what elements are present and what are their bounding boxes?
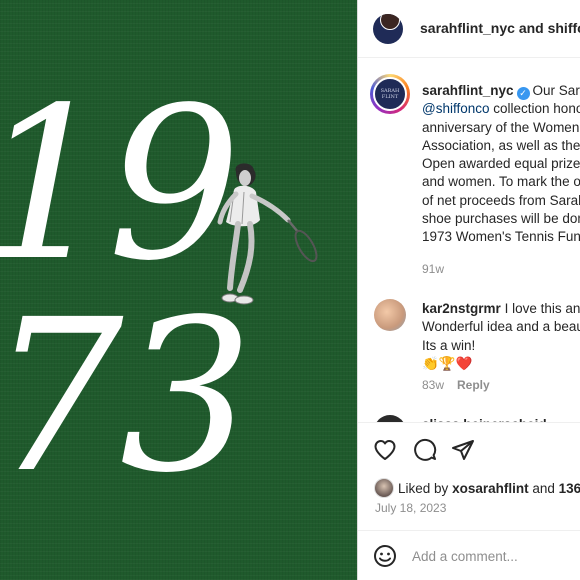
post-header: sarahflint_nyc and shiffonco <box>358 0 580 58</box>
liked-by-prefix: Liked by <box>398 481 449 496</box>
paper-plane-icon[interactable] <box>451 438 475 462</box>
caption-avatar[interactable]: SARAH FLINT <box>373 77 407 111</box>
comment-timestamp[interactable]: 83w <box>422 378 444 392</box>
liked-by-line: Liked by xosarahflint and 136 others <box>398 481 580 496</box>
liked-by-user[interactable]: xosarahflint <box>452 481 529 496</box>
heart-icon[interactable] <box>373 438 397 462</box>
add-comment-bar <box>358 530 580 580</box>
post-date[interactable]: July 18, 2023 <box>375 501 446 515</box>
caption-mention-link[interactable]: @shiffonco <box>422 101 490 116</box>
liked-by-avatar[interactable] <box>374 478 394 498</box>
author-names[interactable]: sarahflint_nyc and shiffonco <box>420 20 580 36</box>
caption-text-start: Our Sarah Flint x <box>532 83 580 98</box>
liked-by-others[interactable]: 136 others <box>559 481 580 496</box>
verified-badge-icon: ✓ <box>516 87 530 100</box>
avatar-brand-text: SARAH FLINT <box>380 88 400 100</box>
comment-emojis: 👏🏆❤️ <box>422 355 473 371</box>
comment-item: kar2nstgrmr I love this and the shoes! W… <box>422 300 580 373</box>
comment-input[interactable] <box>412 546 577 566</box>
caption-text-rest: collection honors the 50th anniversary o… <box>422 101 580 245</box>
comment-username[interactable]: kar2nstgrmr <box>422 301 501 316</box>
speech-bubble-icon[interactable] <box>413 438 437 462</box>
reply-button[interactable]: Reply <box>457 378 490 392</box>
author-avatar[interactable] <box>373 14 403 44</box>
caption-timestamp[interactable]: 91w <box>422 262 444 276</box>
post-caption: sarahflint_nyc✓Our Sarah Flint x @shiffo… <box>422 82 580 247</box>
commenter-avatar[interactable] <box>374 299 406 331</box>
post-image[interactable]: 19 73 <box>0 0 357 580</box>
tennis-player-illustration <box>217 163 318 305</box>
coauthor-avatar <box>380 14 400 30</box>
smiley-icon[interactable] <box>373 544 397 568</box>
liked-by-and: and <box>532 481 555 496</box>
post-side-panel: sarahflint_nyc and shiffonco SARAH FLINT… <box>357 0 580 580</box>
year-top-digits: 19 <box>0 62 241 307</box>
year-bottom-digits: 73 <box>0 274 253 519</box>
post-actions-section: Liked by xosarahflint and 136 others Jul… <box>358 422 580 580</box>
caption-username[interactable]: sarahflint_nyc <box>422 83 514 98</box>
